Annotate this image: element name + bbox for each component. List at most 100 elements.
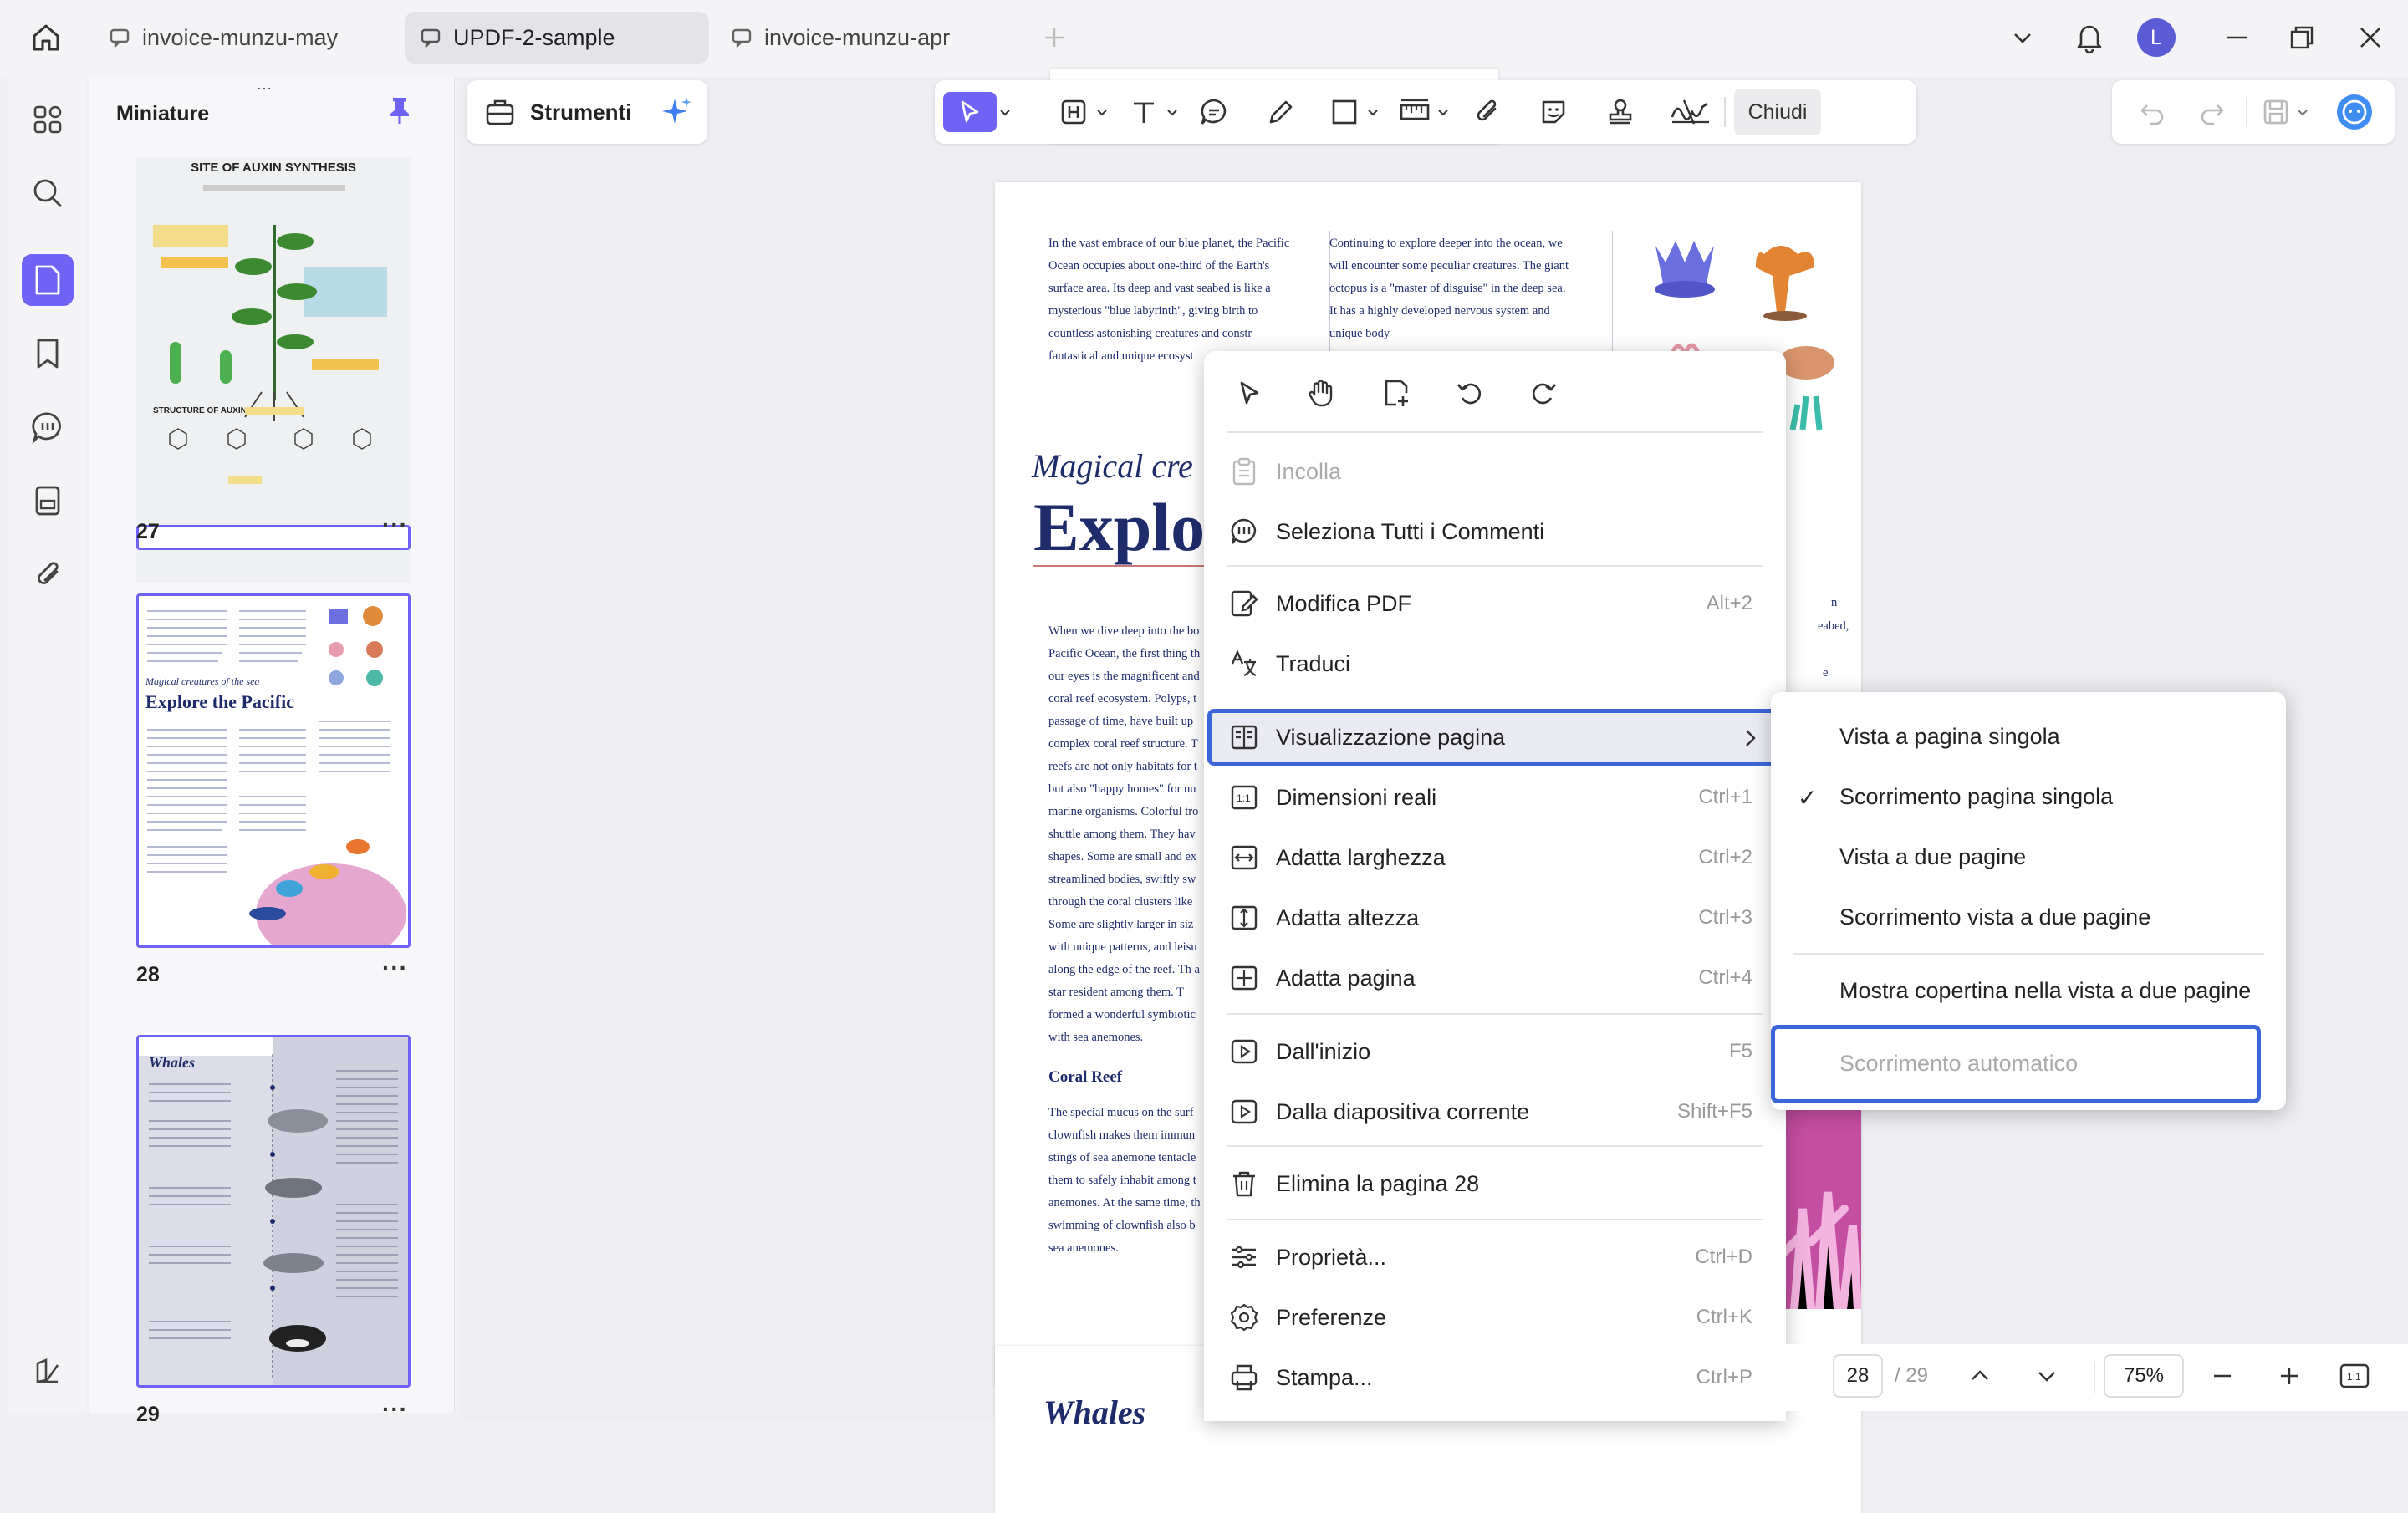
menu-item-fit-width[interactable]: Adatta larghezza Ctrl+2 xyxy=(1227,831,1763,884)
zoom-out-icon[interactable] xyxy=(2202,1356,2242,1396)
thumb-more-button[interactable]: ··· xyxy=(382,1396,408,1423)
thumbnails-icon[interactable] xyxy=(22,254,74,306)
page-view-icon xyxy=(1227,721,1261,754)
cursor-icon xyxy=(961,100,979,123)
page-number-input[interactable]: 28 xyxy=(1833,1354,1883,1398)
tab-invoice-munzu-apr[interactable]: invoice-munzu-apr xyxy=(716,12,1020,64)
pencil-tool-icon[interactable] xyxy=(1261,92,1301,132)
chevron-up-icon[interactable] xyxy=(1960,1356,2000,1396)
chevron-down-icon[interactable] xyxy=(1164,92,1181,132)
ai-assistant-icon[interactable] xyxy=(2334,92,2375,132)
hand-icon[interactable] xyxy=(1301,373,1341,413)
tab-updf-2-sample[interactable]: UPDF-2-sample xyxy=(405,12,709,64)
new-tab-button[interactable] xyxy=(1035,18,1074,57)
thumbnail-page-29[interactable]: Whales xyxy=(136,1035,411,1388)
comments-panel-icon[interactable] xyxy=(22,401,74,453)
search-icon[interactable] xyxy=(22,167,74,219)
submenu-item-single-page-scroll[interactable]: Scorrimento pagina singola xyxy=(1839,784,2113,810)
menu-item-select-all-comments[interactable]: Seleziona Tutti i Commenti xyxy=(1227,505,1763,558)
tools-panel-button[interactable]: Strumenti xyxy=(467,80,707,144)
submenu-item-single-page[interactable]: Vista a pagina singola xyxy=(1839,724,2060,750)
trash-icon xyxy=(1227,1167,1261,1200)
svg-text:1:1: 1:1 xyxy=(2347,1371,2361,1383)
tab-label: invoice-munzu-may xyxy=(142,24,339,50)
menu-item-actual-size[interactable]: 1:1 Dimensioni reali Ctrl+1 xyxy=(1227,771,1763,824)
thumb-more-button[interactable]: ··· xyxy=(382,512,408,538)
menu-item-print[interactable]: Stampa... Ctrl+P xyxy=(1227,1351,1763,1404)
thumbnail-page-28[interactable]: Magical creatures of the sea Explore the… xyxy=(136,593,411,948)
shape-tool-icon[interactable] xyxy=(1324,92,1365,132)
attachment-tool-icon[interactable] xyxy=(1467,92,1507,132)
comment-icon xyxy=(732,28,752,48)
comments-icon xyxy=(1227,515,1261,548)
form-icon[interactable] xyxy=(22,475,74,527)
stamp-tool-icon[interactable] xyxy=(1600,92,1640,132)
select-tool-button[interactable] xyxy=(943,92,997,132)
chevron-down-icon[interactable] xyxy=(997,92,1013,132)
restore-icon[interactable] xyxy=(2283,18,2321,57)
apps-icon[interactable] xyxy=(22,94,74,145)
ai-sparkle-icon[interactable] xyxy=(660,95,693,129)
chevron-down-icon[interactable] xyxy=(1365,92,1381,132)
submenu-item-two-page-scroll[interactable]: Scorrimento vista a due pagine xyxy=(1839,904,2150,930)
avatar[interactable]: L xyxy=(2137,18,2176,57)
menu-item-from-start[interactable]: Dall'inizio F5 xyxy=(1227,1025,1763,1078)
context-menu: Incolla Seleziona Tutti i Commenti Modif… xyxy=(1204,351,1786,1421)
attachment-icon[interactable] xyxy=(22,548,74,600)
tab-invoice-munzu-may[interactable]: invoice-munzu-may xyxy=(94,12,391,64)
bell-icon[interactable] xyxy=(2070,18,2109,57)
thumb-more-button[interactable]: ··· xyxy=(382,955,408,981)
bookmark-icon[interactable] xyxy=(22,328,74,380)
zoom-in-icon[interactable] xyxy=(2269,1356,2309,1396)
chevron-down-icon[interactable] xyxy=(2003,18,2042,57)
menu-item-edit-pdf[interactable]: Modifica PDF Alt+2 xyxy=(1227,577,1763,630)
undo-icon[interactable] xyxy=(2132,92,2172,132)
menu-item-delete-page[interactable]: Elimina la pagina 28 xyxy=(1227,1157,1763,1210)
redo-icon[interactable] xyxy=(2192,92,2232,132)
sticker-tool-icon[interactable] xyxy=(1533,92,1574,132)
actual-size-button-icon[interactable]: 1:1 xyxy=(2334,1356,2375,1396)
home-icon[interactable] xyxy=(27,18,65,57)
auto-scroll-label: Scorrimento automatico xyxy=(1839,1051,2079,1076)
menu-item-from-current-slide[interactable]: Dalla diapositiva corrente Shift+F5 xyxy=(1227,1085,1763,1139)
text-tool-icon[interactable] xyxy=(1124,92,1164,132)
close-icon[interactable] xyxy=(2351,18,2390,57)
menu-item-properties[interactable]: Proprietà... Ctrl+D xyxy=(1227,1230,1763,1284)
close-tools-button[interactable]: Chiudi xyxy=(1734,89,1821,135)
panel-title: Miniature xyxy=(116,102,210,125)
rotate-left-icon[interactable] xyxy=(1450,373,1490,413)
signature-tool-icon[interactable] xyxy=(1666,92,1716,132)
insert-page-icon[interactable] xyxy=(1376,373,1416,413)
zoom-input[interactable]: 75% xyxy=(2104,1354,2184,1398)
panel-drag-handle[interactable]: ⋯ xyxy=(257,80,274,98)
chevron-down-icon[interactable] xyxy=(1094,92,1110,132)
thumbnail-page-27[interactable]: SITE OF AUXIN SYNTHESIS STRUCTURE OF AUX… xyxy=(136,157,411,583)
annotation-toolbar: Chiudi xyxy=(935,80,1916,144)
pin-icon[interactable] xyxy=(385,95,414,125)
comment-tool-icon[interactable] xyxy=(1194,92,1234,132)
save-icon[interactable] xyxy=(2256,92,2296,132)
menu-item-paste: Incolla xyxy=(1227,445,1763,498)
menu-item-preferences[interactable]: Preferenze Ctrl+K xyxy=(1227,1291,1763,1344)
menu-item-translate[interactable]: Traduci xyxy=(1227,637,1763,690)
measure-tool-icon[interactable] xyxy=(1395,92,1435,132)
highlight-tool-icon[interactable] xyxy=(1054,92,1094,132)
zoom-level: 75% xyxy=(2123,1364,2165,1387)
submenu-item-show-cover[interactable]: Mostra copertina nella vista a due pagin… xyxy=(1839,978,2251,1004)
chevron-down-icon[interactable] xyxy=(1435,92,1451,132)
layers-icon[interactable] xyxy=(22,1346,74,1398)
menu-item-page-view[interactable]: Visualizzazione pagina xyxy=(1207,709,1778,766)
minimize-icon[interactable] xyxy=(2217,18,2256,57)
submenu-item-two-page[interactable]: Vista a due pagine xyxy=(1839,844,2026,870)
select-cursor-icon[interactable] xyxy=(1229,373,1269,413)
chevron-down-icon[interactable] xyxy=(2027,1356,2067,1396)
page-title: Explo xyxy=(1033,489,1206,567)
menu-item-fit-height[interactable]: Adatta altezza Ctrl+3 xyxy=(1227,891,1763,945)
current-page: 28 xyxy=(1846,1364,1870,1387)
thumb-page-number: 27 xyxy=(136,520,160,543)
menu-item-fit-page[interactable]: Adatta pagina Ctrl+4 xyxy=(1227,951,1763,1005)
chevron-down-icon[interactable] xyxy=(2294,92,2311,132)
right-col-fragment: e xyxy=(1823,666,1829,680)
rotate-right-icon[interactable] xyxy=(1523,373,1564,413)
page-subtitle: Magical cre xyxy=(1032,447,1193,485)
